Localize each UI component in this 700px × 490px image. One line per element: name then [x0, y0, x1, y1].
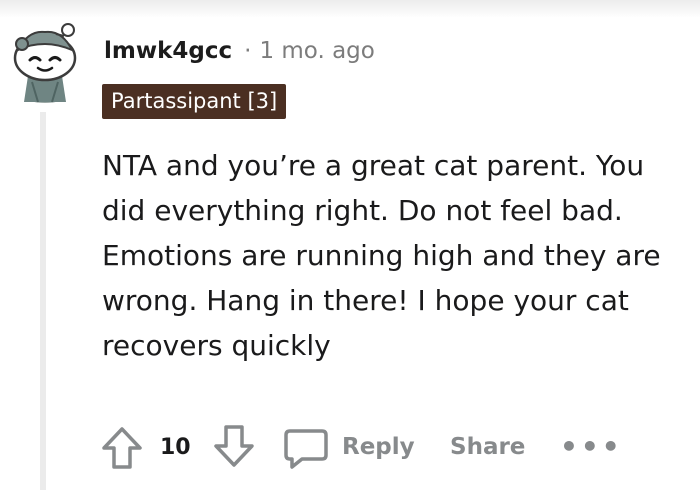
avatar[interactable] [8, 22, 82, 104]
vote-count: 10 [160, 434, 191, 460]
reply-button[interactable]: Reply [282, 420, 415, 474]
downvote-button[interactable] [210, 420, 258, 474]
speech-bubble-icon [284, 429, 328, 469]
author-username[interactable]: lmwk4gcc [104, 38, 232, 64]
top-fade [0, 0, 700, 18]
comment-actions: 10 Reply Share ••• [96, 420, 696, 474]
share-label: Share [450, 434, 526, 460]
share-button[interactable]: Share [450, 420, 525, 474]
thread-line[interactable] [40, 112, 46, 490]
upvote-arrow-icon [102, 427, 142, 469]
more-options-icon: ••• [560, 430, 623, 463]
more-options-button[interactable]: ••• [560, 420, 623, 474]
comment-body: NTA and you’re a great cat parent. You d… [102, 149, 661, 362]
user-flair: Partassipant [3] [102, 84, 287, 119]
avatar-antenna [61, 23, 75, 37]
downvote-arrow-icon [214, 425, 254, 467]
vote-score: 10 [160, 420, 191, 474]
meta-separator: · [244, 38, 252, 64]
upvote-button[interactable] [98, 420, 146, 474]
comment-meta: lmwk4gcc · 1 mo. ago [104, 34, 375, 68]
comment-timestamp[interactable]: 1 mo. ago [259, 38, 374, 64]
reply-label: Reply [342, 434, 415, 460]
